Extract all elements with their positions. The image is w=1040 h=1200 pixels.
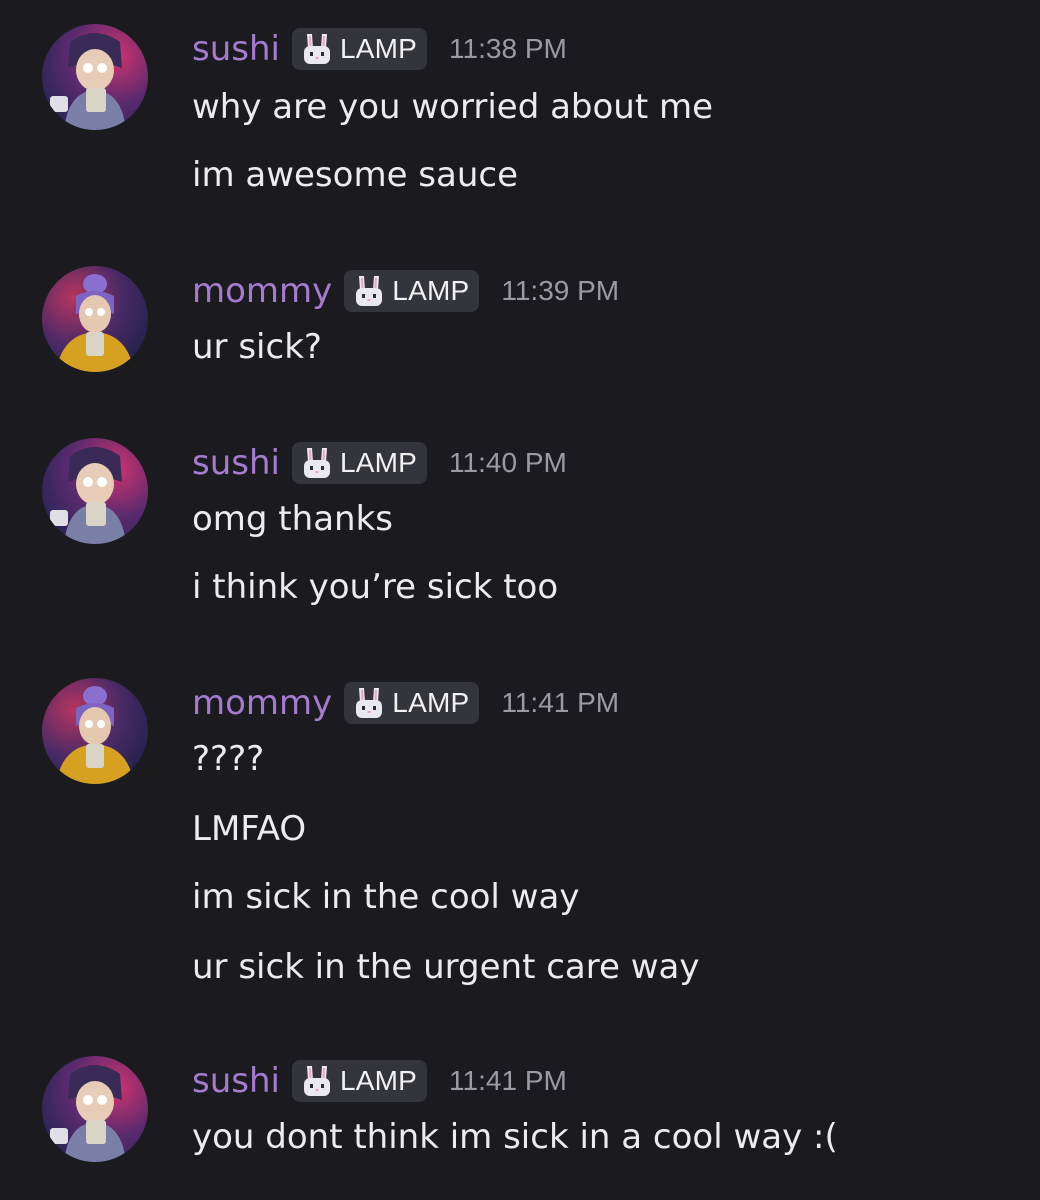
user-tag[interactable]: LAMP [291, 28, 428, 70]
message-text: im awesome sauce [192, 155, 519, 195]
message-text: ???? [192, 739, 265, 779]
timestamp: 11:39 PM [501, 275, 620, 306]
message-text: you dont think im sick in a cool way :( [192, 1117, 838, 1157]
bunny-icon [303, 34, 330, 64]
tag-label: LAMP [339, 33, 418, 64]
message-header: sushi LAMP 11:40 PM [192, 438, 567, 488]
tag-label: LAMP [392, 687, 470, 718]
tag-label: LAMP [392, 275, 470, 306]
tag-label: LAMP [339, 447, 418, 478]
message-text: why are you worried about me [192, 87, 714, 127]
avatar-icon[interactable] [42, 266, 148, 372]
bunny-icon [303, 1066, 330, 1096]
message-text: LMFAO [192, 809, 307, 849]
username[interactable]: mommy [192, 266, 332, 316]
message-header: sushi LAMP 11:41 PM [192, 1056, 567, 1106]
avatar-icon[interactable] [42, 24, 148, 130]
user-tag[interactable]: LAMP [344, 682, 480, 724]
message-header: mommy LAMP 11:39 PM [192, 266, 619, 316]
username[interactable]: sushi [192, 1056, 280, 1106]
message-text: omg thanks [192, 499, 393, 539]
timestamp: 11:38 PM [449, 33, 567, 64]
avatar-icon[interactable] [42, 678, 148, 784]
username[interactable]: sushi [192, 24, 280, 74]
message-header: sushi LAMP 11:38 PM [192, 24, 567, 74]
timestamp: 11:41 PM [449, 1065, 567, 1096]
user-tag[interactable]: LAMP [344, 270, 480, 312]
tag-label: LAMP [339, 1065, 418, 1096]
bunny-icon [356, 688, 383, 718]
username[interactable]: sushi [192, 438, 280, 488]
message-text: ur sick? [192, 327, 322, 367]
user-tag[interactable]: LAMP [291, 1060, 428, 1102]
message-text: ur sick in the urgent care way [192, 947, 700, 987]
username[interactable]: mommy [192, 678, 332, 728]
bunny-icon [303, 448, 330, 478]
message-header: mommy LAMP 11:41 PM [192, 678, 619, 728]
avatar-icon[interactable] [42, 438, 148, 544]
timestamp: 11:41 PM [501, 687, 620, 718]
message-text: i think you’re sick too [192, 567, 559, 607]
avatar-icon[interactable] [42, 1056, 148, 1162]
bunny-icon [356, 276, 383, 306]
message-text: im sick in the cool way [192, 877, 580, 917]
user-tag[interactable]: LAMP [291, 442, 428, 484]
timestamp: 11:40 PM [449, 447, 567, 478]
